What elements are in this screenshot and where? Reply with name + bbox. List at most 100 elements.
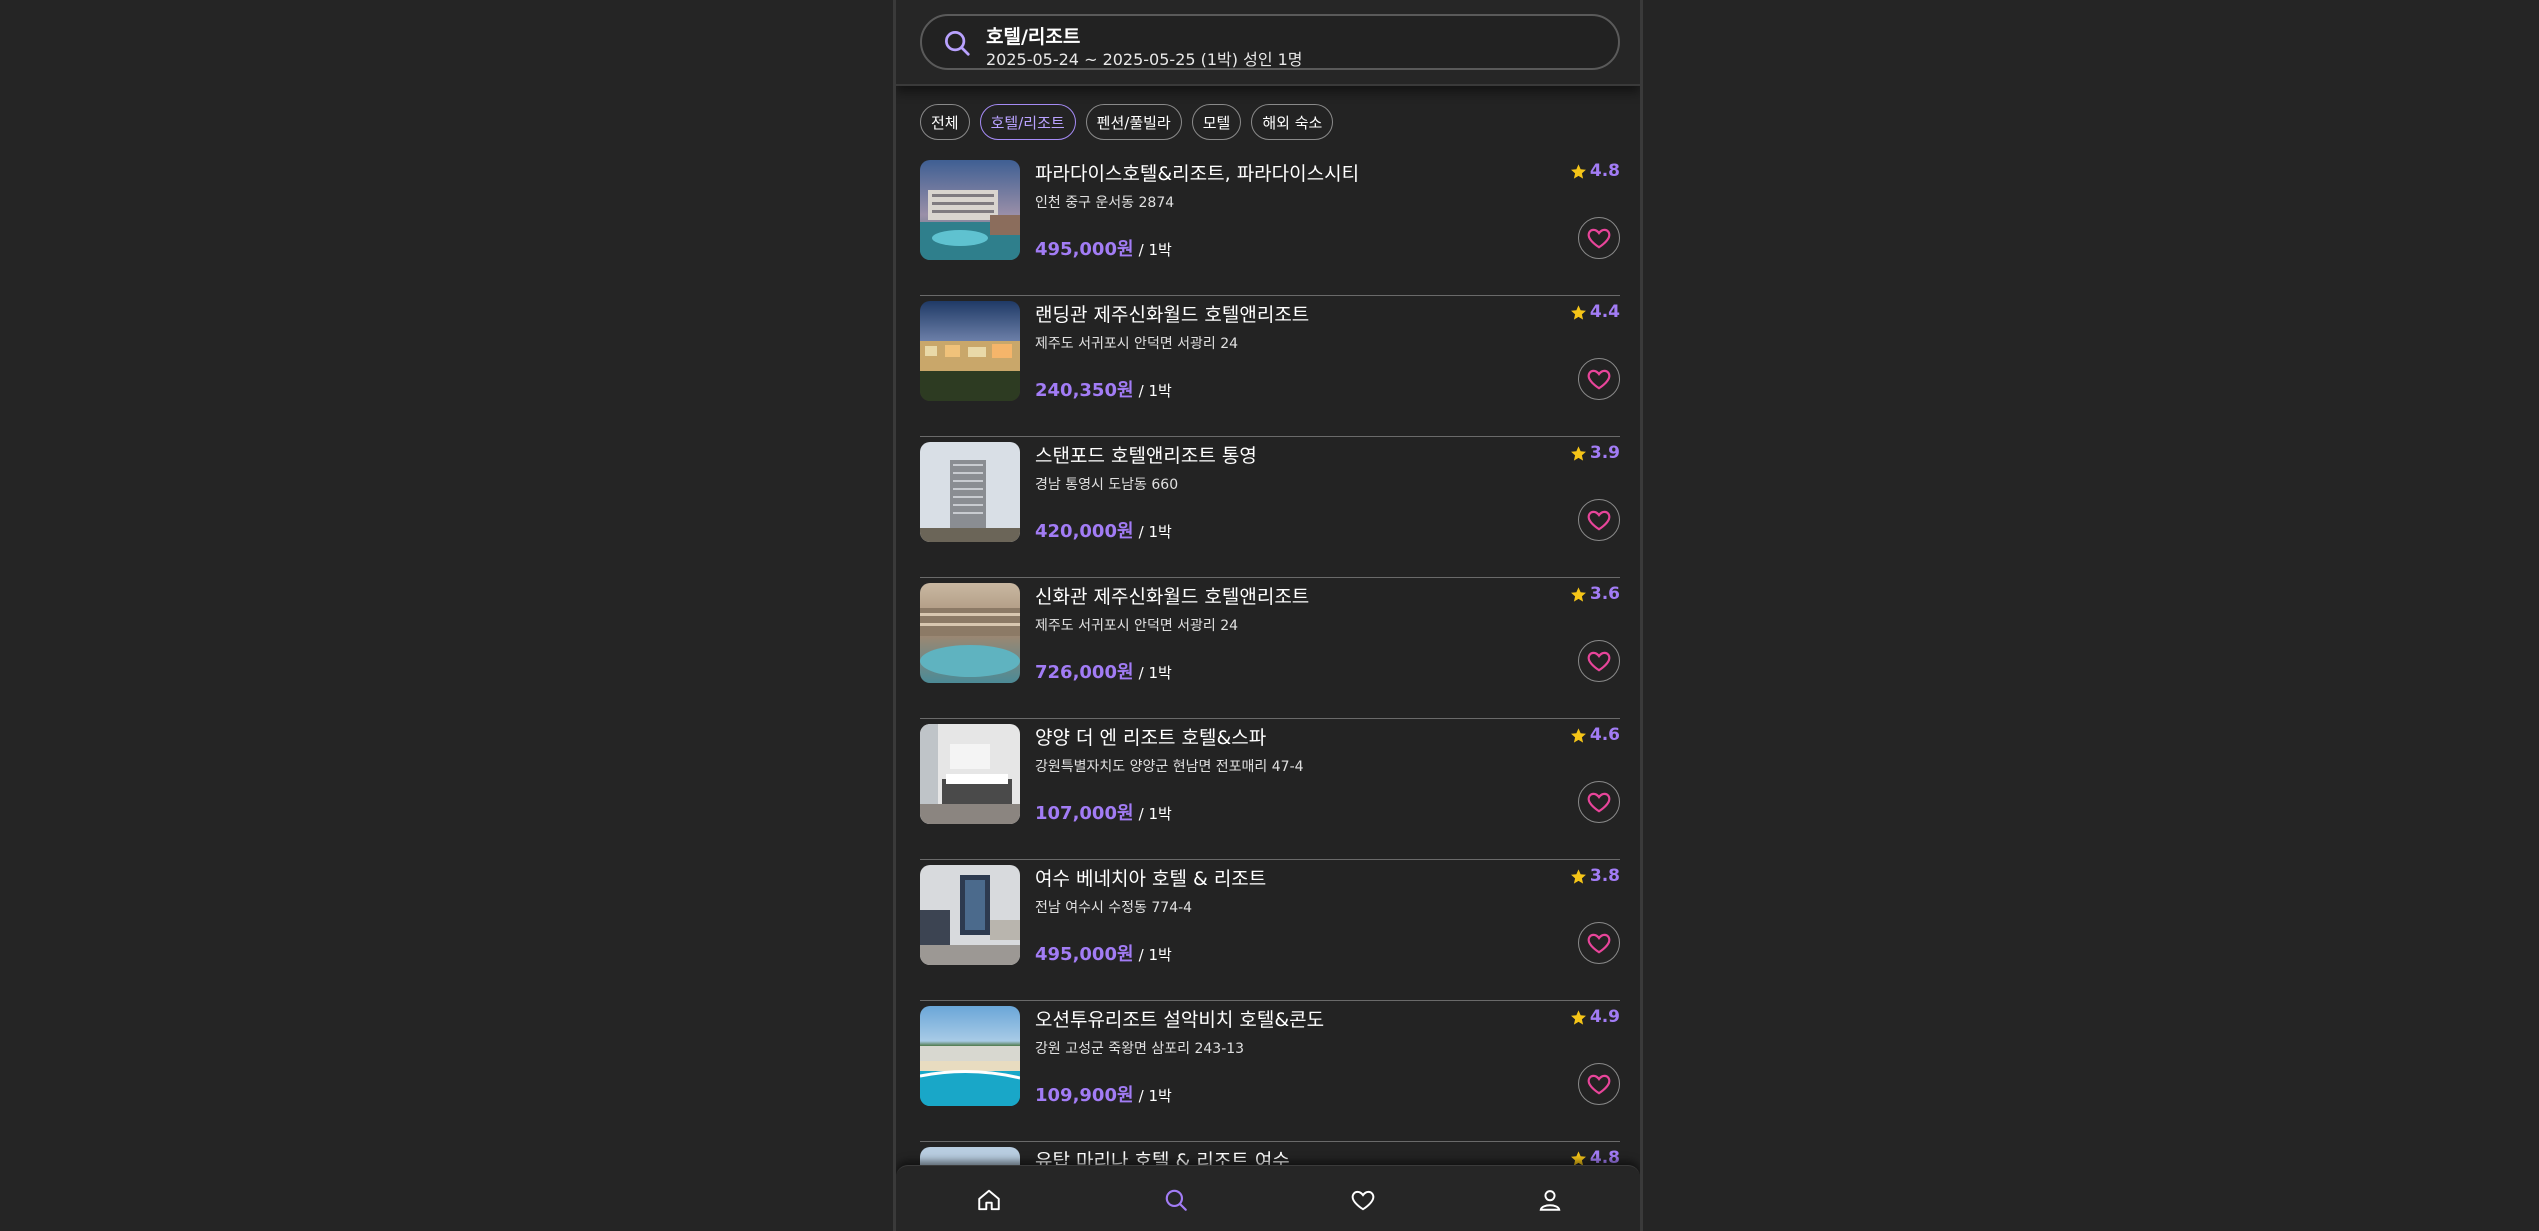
nav-favorites[interactable] — [1350, 1187, 1376, 1213]
star-icon — [1570, 586, 1586, 602]
chip-pension-poolvilla[interactable]: 펜션/풀빌라 — [1085, 104, 1182, 140]
hotel-price: 495,000원 — [1035, 944, 1134, 965]
hotel-photo — [920, 724, 1020, 824]
heart-icon — [1587, 1074, 1611, 1095]
rating: 4.4 — [1570, 302, 1620, 322]
star-icon — [1570, 304, 1586, 320]
search-title: 호텔/리조트 — [986, 26, 1081, 48]
favorite-button[interactable] — [1578, 781, 1620, 823]
rating: 3.9 — [1570, 443, 1620, 463]
list-item[interactable]: 스탠포드 호텔앤리조트 통영 경남 통영시 도남동 660 420,000원 /… — [920, 437, 1620, 578]
hotel-name[interactable]: 여수 베네치아 호텔 & 리조트 — [1035, 864, 1266, 891]
hotel-photo — [920, 865, 1020, 965]
accommodation-list: 파라다이스호텔&리조트, 파라다이스시티 인천 중구 운서동 2874 495,… — [920, 155, 1620, 1231]
price-row: 107,000원 / 1박 — [1035, 799, 1172, 825]
hotel-name[interactable]: 신화관 제주신화월드 호텔앤리조트 — [1035, 582, 1309, 609]
price-row: 240,350원 / 1박 — [1035, 376, 1172, 402]
nav-profile[interactable] — [1537, 1187, 1563, 1213]
hotel-photo — [920, 160, 1020, 260]
chip-all[interactable]: 전체 — [920, 104, 970, 140]
favorite-button[interactable] — [1578, 640, 1620, 682]
per-night-label: / 1박 — [1138, 946, 1172, 964]
per-night-label: / 1박 — [1138, 664, 1172, 682]
hotel-address: 제주도 서귀포시 안덕면 서광리 24 — [1035, 618, 1239, 634]
list-item[interactable]: 랜딩관 제주신화월드 호텔앤리조트 제주도 서귀포시 안덕면 서광리 24 24… — [920, 296, 1620, 437]
search-icon — [1165, 1189, 1187, 1211]
search-header: 호텔/리조트 2025-05-24 ~ 2025-05-25 (1박) 성인 1… — [896, 0, 1640, 86]
favorite-button[interactable] — [1578, 1063, 1620, 1105]
heart-icon — [1587, 369, 1611, 390]
per-night-label: / 1박 — [1138, 805, 1172, 823]
favorite-button[interactable] — [1578, 217, 1620, 259]
hotel-price: 109,900원 — [1035, 1085, 1134, 1106]
heart-icon — [1351, 1190, 1375, 1211]
hotel-photo — [920, 1006, 1020, 1106]
user-icon — [1539, 1190, 1561, 1211]
search-icon — [945, 31, 970, 56]
favorite-button[interactable] — [1578, 499, 1620, 541]
list-item[interactable]: 신화관 제주신화월드 호텔앤리조트 제주도 서귀포시 안덕면 서광리 24 72… — [920, 578, 1620, 719]
chip-overseas[interactable]: 해외 숙소 — [1251, 104, 1334, 140]
price-row: 726,000원 / 1박 — [1035, 658, 1172, 684]
star-icon — [1570, 868, 1586, 884]
search-dates-guests: 2025-05-24 ~ 2025-05-25 (1박) 성인 1명 — [986, 50, 1303, 69]
hotel-name[interactable]: 오션투유리조트 설악비치 호텔&콘도 — [1035, 1005, 1324, 1032]
hotel-name[interactable]: 랜딩관 제주신화월드 호텔앤리조트 — [1035, 300, 1309, 327]
hotel-photo — [920, 442, 1020, 542]
chip-motel[interactable]: 모텔 — [1191, 104, 1242, 140]
nav-home[interactable] — [976, 1187, 1002, 1213]
star-icon — [1570, 1009, 1586, 1025]
hotel-address: 인천 중구 운서동 2874 — [1035, 195, 1175, 211]
per-night-label: / 1박 — [1138, 1087, 1172, 1105]
star-icon — [1570, 163, 1586, 179]
hotel-price: 107,000원 — [1035, 803, 1134, 824]
rating-value: 4.9 — [1589, 1007, 1620, 1027]
heart-icon — [1587, 792, 1611, 813]
list-item[interactable]: 여수 베네치아 호텔 & 리조트 전남 여수시 수정동 774-4 495,00… — [920, 860, 1620, 1001]
hotel-photo — [920, 583, 1020, 683]
rating: 4.6 — [1570, 725, 1620, 745]
home-icon — [978, 1189, 1000, 1211]
rating: 3.8 — [1570, 866, 1620, 886]
nav-search[interactable] — [1163, 1187, 1189, 1213]
hotel-name[interactable]: 양양 더 엔 리조트 호텔&스파 — [1035, 723, 1266, 750]
rating-value: 3.8 — [1589, 866, 1620, 886]
per-night-label: / 1박 — [1138, 523, 1172, 541]
hotel-name[interactable]: 스탠포드 호텔앤리조트 통영 — [1035, 441, 1257, 468]
hotel-name[interactable]: 파라다이스호텔&리조트, 파라다이스시티 — [1035, 159, 1359, 186]
rating-value: 3.6 — [1589, 584, 1620, 604]
list-item[interactable]: 오션투유리조트 설악비치 호텔&콘도 강원 고성군 죽왕면 삼포리 243-13… — [920, 1001, 1620, 1142]
price-row: 109,900원 / 1박 — [1035, 1081, 1172, 1107]
rating-value: 4.6 — [1589, 725, 1620, 745]
hotel-price: 240,350원 — [1035, 380, 1134, 401]
rating: 4.8 — [1570, 161, 1620, 181]
hotel-price: 726,000원 — [1035, 662, 1134, 683]
rating: 4.9 — [1570, 1007, 1620, 1027]
list-item[interactable]: 파라다이스호텔&리조트, 파라다이스시티 인천 중구 운서동 2874 495,… — [920, 155, 1620, 296]
per-night-label: / 1박 — [1138, 382, 1172, 400]
favorite-button[interactable] — [1578, 358, 1620, 400]
star-icon — [1570, 445, 1586, 461]
heart-icon — [1587, 228, 1611, 249]
hotel-address: 경남 통영시 도남동 660 — [1035, 477, 1179, 493]
star-icon — [1570, 727, 1586, 743]
hotel-price: 495,000원 — [1035, 239, 1134, 260]
rating-value: 4.4 — [1589, 302, 1620, 322]
heart-icon — [1587, 651, 1611, 672]
hotel-address: 제주도 서귀포시 안덕면 서광리 24 — [1035, 336, 1239, 352]
heart-icon — [1587, 510, 1611, 531]
rating: 3.6 — [1570, 584, 1620, 604]
search-box[interactable]: 호텔/리조트 2025-05-24 ~ 2025-05-25 (1박) 성인 1… — [920, 14, 1620, 70]
list-item[interactable]: 양양 더 엔 리조트 호텔&스파 강원특별자치도 양양군 현남면 전포매리 47… — [920, 719, 1620, 860]
price-row: 495,000원 / 1박 — [1035, 940, 1172, 966]
rating-value: 4.8 — [1589, 161, 1620, 181]
chip-hotel-resort[interactable]: 호텔/리조트 — [979, 104, 1076, 140]
heart-icon — [1587, 933, 1611, 954]
hotel-price: 420,000원 — [1035, 521, 1134, 542]
rating-value: 3.9 — [1589, 443, 1620, 463]
hotel-address: 강원 고성군 죽왕면 삼포리 243-13 — [1035, 1041, 1245, 1057]
price-row: 420,000원 / 1박 — [1035, 517, 1172, 543]
hotel-address: 전남 여수시 수정동 774-4 — [1035, 900, 1193, 916]
category-chips: 전체 호텔/리조트 펜션/풀빌라 모텔 해외 숙소 — [920, 104, 1334, 140]
favorite-button[interactable] — [1578, 922, 1620, 964]
